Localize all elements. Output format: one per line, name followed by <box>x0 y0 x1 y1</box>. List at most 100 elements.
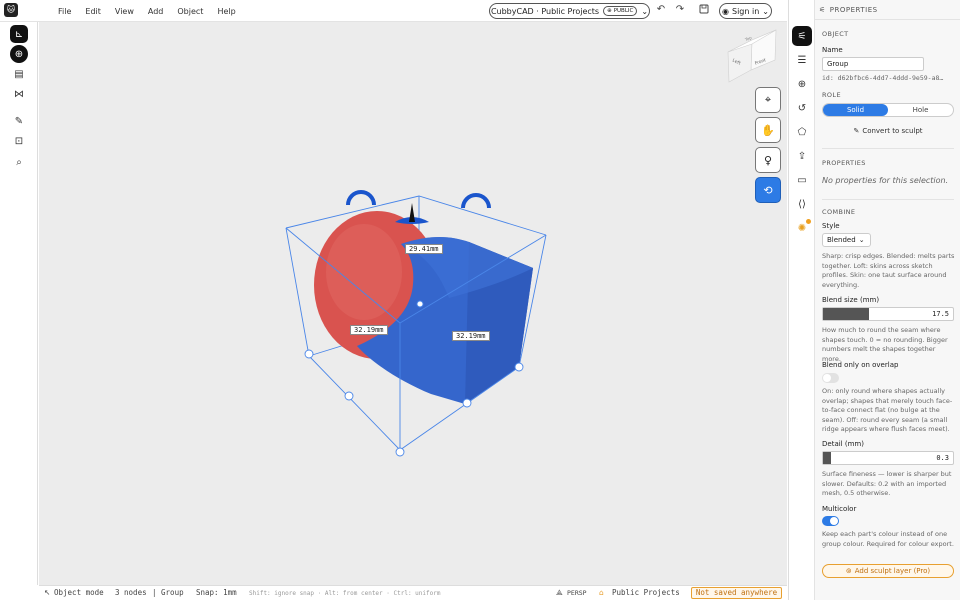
globe-icon[interactable]: ⊕ <box>10 45 28 63</box>
import-file-icon[interactable]: ▤ <box>10 65 28 83</box>
save-status-badge[interactable]: Not saved anywhere <box>691 587 782 599</box>
mode-status: Object mode <box>54 588 104 597</box>
chevron-down-icon: ⌄ <box>858 236 865 244</box>
combine-section-title: COMBINE <box>822 208 856 216</box>
multicolor-toggle[interactable] <box>822 516 839 526</box>
toggle-knob <box>823 374 831 382</box>
sparkle-icon[interactable]: ✺ <box>792 218 812 238</box>
toggle-knob <box>830 517 838 525</box>
notification-dot <box>806 219 811 224</box>
divider <box>822 148 954 149</box>
blend-size-description: How much to round the seam where shapes … <box>822 326 948 363</box>
globe-icon[interactable]: ⊕ <box>792 74 812 94</box>
convert-to-sculpt-button[interactable]: ✎ Convert to sculpt <box>822 124 954 138</box>
search-icon[interactable]: ⌕ <box>10 153 28 171</box>
style-label: Style <box>822 222 840 230</box>
role-section-title: ROLE <box>822 91 841 99</box>
style-description: Sharp: crisp edges. Blended: melts parts… <box>822 252 955 289</box>
redo-icon[interactable]: ↷ <box>674 4 686 16</box>
style-select[interactable]: Blended ⌄ <box>822 233 871 247</box>
menu-object[interactable]: Object <box>177 7 203 16</box>
blend-size-slider[interactable]: 17.5 <box>822 307 954 321</box>
orbit-button[interactable]: ⟲ <box>755 177 781 203</box>
focus-selection-button[interactable]: ⌖ <box>755 87 781 113</box>
snap-status[interactable]: Snap: 1mm <box>196 588 237 597</box>
undo-icon[interactable]: ↶ <box>655 4 667 16</box>
3d-viewport[interactable]: Top Front Left 29.41mm 32.19mm 32.19mm ⌖… <box>39 22 787 585</box>
dimension-label-top: 29.41mm <box>405 244 443 254</box>
public-badge-label: PUBLIC <box>613 8 634 14</box>
height-arrow-icon[interactable] <box>409 203 415 222</box>
convert-label: Convert to sculpt <box>862 127 923 135</box>
projection-toggle[interactable]: PERSP <box>567 589 587 597</box>
sign-in-button[interactable]: ◉ Sign in ⌄ <box>719 3 772 19</box>
right-icon-rail: ⚟ ☰ ⊕ ↺ ⬠ ⇪ ▭ ⟨⟩ ✺ <box>788 0 814 600</box>
app-logo[interactable]: 🐱 <box>4 3 18 17</box>
cursor-icon: ↖ <box>44 588 51 597</box>
left-toolbar: ⊾ ⊕ ▤ ⋈ ✎ ⊡ ⌕ <box>0 22 38 585</box>
name-input[interactable] <box>822 57 924 71</box>
role-toggle: Solid Hole <box>822 103 954 117</box>
top-bar: 🐱 File Edit View Add Object Help CubbyCA… <box>0 0 787 22</box>
public-badge: ⊕ PUBLIC <box>603 6 638 16</box>
mirror-icon[interactable]: ⋈ <box>10 85 28 103</box>
keyboard-hint: Shift: ignore snap · Alt: from center · … <box>249 590 441 597</box>
export-icon[interactable]: ⇪ <box>792 146 812 166</box>
status-bar: ↖ Object mode 3 nodes | Group Snap: 1mm … <box>39 585 787 600</box>
dimension-label-right: 32.19mm <box>452 331 490 341</box>
shapes-icon[interactable]: ⬠ <box>792 122 812 142</box>
rotate-handle-right[interactable] <box>461 193 491 209</box>
sign-in-label: Sign in <box>731 6 760 16</box>
menu-help[interactable]: Help <box>217 7 235 16</box>
node-count: 3 nodes <box>115 588 147 597</box>
transform-box-icon[interactable]: ⊡ <box>10 132 28 150</box>
role-solid-button[interactable]: Solid <box>823 104 888 116</box>
lock-icon: ⊚ <box>845 567 852 575</box>
pan-button[interactable]: ✋ <box>755 117 781 143</box>
project-selector[interactable]: CubbyCAD · Public Projects ⊕ PUBLIC ⌄ <box>489 3 650 19</box>
history-icon[interactable]: ↺ <box>792 98 812 118</box>
focus-icon: ⌖ <box>764 93 772 106</box>
blend-size-label: Blend size (mm) <box>822 296 880 304</box>
walk-button[interactable]: ♀ <box>755 147 781 173</box>
detail-value: 0.3 <box>936 454 949 462</box>
pencil-icon[interactable]: ✎ <box>10 112 28 130</box>
project-status[interactable]: Public Projects <box>612 588 680 597</box>
detail-slider[interactable]: 0.3 <box>822 451 954 465</box>
multicolor-description: Keep each part's colour instead of one g… <box>822 530 954 548</box>
dimension-label-left: 32.19mm <box>350 325 388 335</box>
blend-overlap-description: On: only round where shapes actually ove… <box>822 387 953 434</box>
sphere-highlight <box>326 224 402 320</box>
blend-overlap-toggle[interactable] <box>822 373 839 383</box>
folder-icon[interactable]: ▭ <box>792 170 812 190</box>
orbit-icon: ⟲ <box>763 183 773 197</box>
menu-view[interactable]: View <box>115 7 134 16</box>
role-hole-button[interactable]: Hole <box>888 104 953 116</box>
menu-add[interactable]: Add <box>148 7 164 16</box>
menu-edit[interactable]: Edit <box>85 7 101 16</box>
no-properties-message: No properties for this selection. <box>822 176 949 185</box>
selection-type: | Group <box>152 588 184 597</box>
add-sculpt-layer-button[interactable]: ⊚ Add sculpt layer (Pro) <box>822 564 954 578</box>
sliders-icon: ⚟ <box>819 5 826 14</box>
object-id: id: d62bfbc6-4dd7-4ddd-9e59-a8… <box>822 74 944 82</box>
object-section-title: OBJECT <box>822 30 849 38</box>
properties-icon[interactable]: ⚟ <box>792 26 812 46</box>
rotate-handle-left[interactable] <box>346 190 376 206</box>
panel-title: PROPERTIES <box>829 5 878 14</box>
folder-icon: ⌂ <box>599 588 604 597</box>
scene-canvas[interactable] <box>39 22 787 585</box>
axis-tool-icon[interactable]: ⊾ <box>10 25 28 43</box>
outliner-icon[interactable]: ☰ <box>792 50 812 70</box>
multicolor-label: Multicolor <box>822 505 857 513</box>
add-sculpt-layer-label: Add sculpt layer (Pro) <box>854 567 931 575</box>
detail-fill <box>823 452 831 464</box>
style-value: Blended <box>827 236 856 244</box>
code-file-icon[interactable]: ⟨⟩ <box>792 194 812 214</box>
save-icon[interactable] <box>698 4 710 16</box>
hand-icon: ✋ <box>761 123 775 137</box>
panel-header: ⚟ PROPERTIES <box>815 0 960 20</box>
divider <box>822 199 954 200</box>
menu-file[interactable]: File <box>58 7 71 16</box>
detail-label: Detail (mm) <box>822 440 864 448</box>
